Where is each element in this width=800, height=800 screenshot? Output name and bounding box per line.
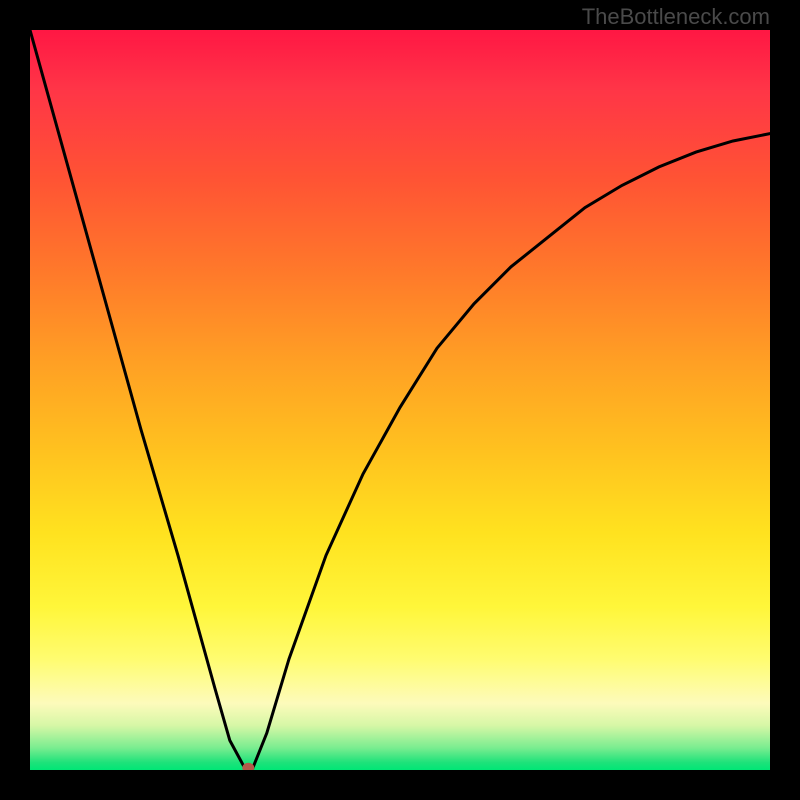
plot-area — [30, 30, 770, 770]
watermark-text: TheBottleneck.com — [582, 4, 770, 30]
curve-svg — [30, 30, 770, 770]
bottleneck-curve — [30, 30, 770, 770]
chart-frame: TheBottleneck.com — [0, 0, 800, 800]
